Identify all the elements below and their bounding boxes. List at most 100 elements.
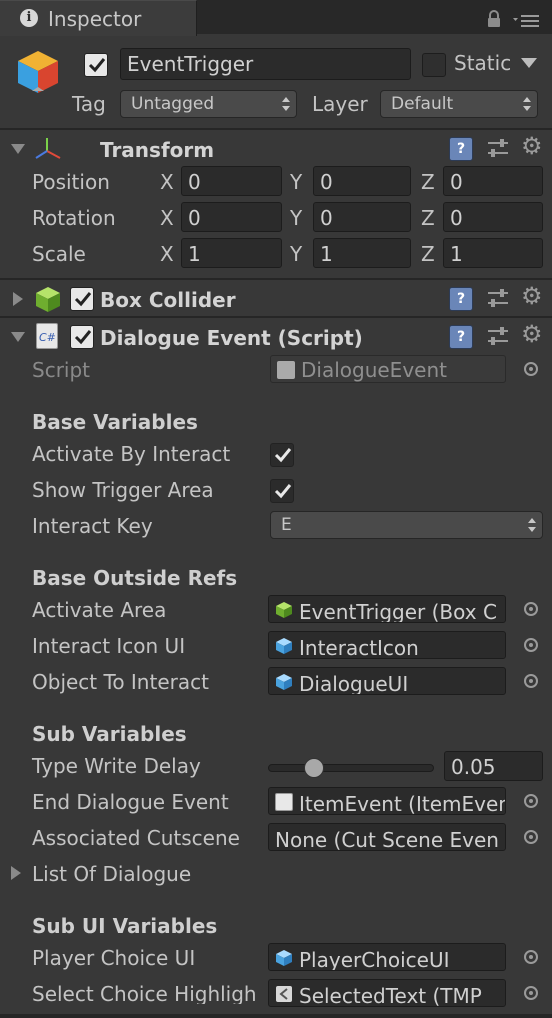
activate-by-interact-checkbox[interactable] [270, 443, 294, 467]
tag-value: Untagged [131, 94, 215, 114]
script-reference-field: DialogueEvent [270, 355, 506, 383]
preset-sliders-icon[interactable] [486, 138, 510, 160]
gear-icon[interactable]: ⚙ [521, 134, 543, 158]
activate-area-label: Activate Area [32, 598, 167, 622]
scale-z-field[interactable]: 1 [443, 238, 543, 268]
axis-z-label: Z [421, 242, 435, 266]
rotation-y-value: 0 [320, 206, 333, 230]
interact-key-value: E [281, 515, 292, 535]
activate-area-field[interactable]: EventTrigger (Box C [268, 595, 506, 623]
gameobject-cube-icon[interactable] [14, 49, 62, 97]
sub-ui-variables-header: Sub UI Variables [32, 914, 218, 938]
type-write-delay-label: Type Write Delay [32, 754, 201, 778]
axis-z-label: Z [421, 206, 435, 230]
list-of-dialogue-label[interactable]: List Of Dialogue [32, 864, 191, 884]
rotation-y-field[interactable]: 0 [313, 202, 411, 232]
show-trigger-area-checkbox[interactable] [270, 479, 294, 503]
object-picker-icon[interactable] [524, 602, 538, 616]
context-menu-icon[interactable] [513, 12, 541, 28]
player-choice-ui-field[interactable]: PlayerChoiceUI [268, 943, 506, 971]
object-to-interact-label: Object To Interact [32, 670, 209, 694]
box-collider-enabled-checkbox[interactable] [70, 287, 94, 311]
scale-x-field[interactable]: 1 [181, 238, 282, 268]
interact-icon-ui-label: Interact Icon UI [32, 634, 186, 658]
textmeshpro-icon [276, 986, 292, 1002]
help-book-icon[interactable]: ? [449, 137, 473, 161]
position-z-field[interactable]: 0 [443, 166, 543, 196]
type-write-delay-slider[interactable] [268, 758, 434, 778]
tag-dropdown[interactable]: Untagged [120, 90, 297, 118]
position-x-field[interactable]: 0 [181, 166, 282, 196]
script-enabled-checkbox[interactable] [70, 325, 94, 349]
interact-icon-ui-field[interactable]: InteractIcon [268, 631, 506, 659]
tag-label: Tag [72, 92, 106, 116]
static-label: Static [454, 51, 512, 75]
object-picker-icon[interactable] [524, 986, 538, 1000]
preset-sliders-icon[interactable] [486, 288, 510, 310]
player-choice-ui-value: PlayerChoiceUI [299, 948, 450, 971]
object-picker-icon[interactable] [524, 794, 538, 808]
interact-key-dropdown[interactable]: E [270, 511, 543, 539]
end-dialogue-event-label: End Dialogue Event [32, 790, 229, 814]
slider-thumb[interactable] [304, 758, 324, 778]
box-collider-icon [36, 287, 60, 312]
rotation-z-field[interactable]: 0 [443, 202, 543, 232]
transform-foldout-arrow[interactable] [11, 144, 25, 154]
list-of-dialogue-foldout-arrow[interactable] [11, 866, 21, 880]
object-picker-icon[interactable] [524, 950, 538, 964]
tab-title: Inspector [48, 7, 142, 31]
tab-inspector[interactable]: i Inspector [0, 0, 197, 36]
position-y-field[interactable]: 0 [313, 166, 411, 196]
layer-dropdown[interactable]: Default [380, 90, 538, 118]
updown-arrows-icon [282, 97, 290, 111]
object-picker-icon[interactable] [524, 638, 538, 652]
type-write-delay-value: 0.05 [451, 755, 496, 779]
associated-cutscene-label: Associated Cutscene [32, 826, 240, 850]
position-z-value: 0 [450, 170, 463, 194]
associated-cutscene-value: None (Cut Scene Even [275, 828, 499, 851]
gear-icon[interactable]: ⚙ [521, 322, 543, 346]
show-trigger-area-label: Show Trigger Area [32, 478, 214, 502]
object-picker-icon[interactable] [524, 362, 538, 376]
csharp-script-icon: C# [36, 323, 58, 349]
select-choice-highlight-field[interactable]: SelectedText (TMP_ [268, 979, 506, 1007]
gameobject-icon [276, 638, 292, 654]
gameobject-name-field[interactable]: EventTrigger [120, 48, 411, 80]
updown-arrows-icon [528, 518, 536, 532]
updown-arrows-icon [523, 97, 531, 111]
object-picker-icon[interactable] [524, 830, 538, 844]
gameobject-name: EventTrigger [127, 52, 254, 76]
rotation-x-field[interactable]: 0 [181, 202, 282, 232]
sub-variables-header: Sub Variables [32, 722, 187, 746]
transform-title: Transform [100, 138, 215, 162]
scale-z-value: 1 [450, 242, 463, 266]
lock-icon[interactable] [487, 10, 501, 28]
activate-area-value: EventTrigger (Box C [299, 600, 497, 623]
scale-label: Scale [32, 242, 86, 266]
axis-y-label: Y [290, 206, 303, 230]
position-x-value: 0 [188, 170, 201, 194]
preset-sliders-icon[interactable] [486, 326, 510, 348]
box-collider-foldout-arrow[interactable] [13, 292, 23, 306]
transform-axes-icon [35, 138, 61, 159]
gameobject-icon [276, 674, 292, 690]
select-choice-highlight-value: SelectedText (TMP_ [299, 984, 492, 1007]
help-book-icon[interactable]: ? [449, 325, 473, 349]
object-to-interact-field[interactable]: DialogueUI [268, 667, 506, 695]
static-checkbox[interactable] [422, 53, 446, 77]
interact-key-label: Interact Key [32, 514, 153, 538]
associated-cutscene-field[interactable]: None (Cut Scene Even [268, 823, 506, 851]
gear-icon[interactable]: ⚙ [521, 284, 543, 308]
type-write-delay-field[interactable]: 0.05 [444, 751, 543, 781]
scale-y-field[interactable]: 1 [313, 238, 411, 268]
axis-y-label: Y [290, 170, 303, 194]
separator [0, 128, 552, 130]
end-dialogue-event-field[interactable]: ItemEvent (ItemEven [268, 787, 506, 815]
separator [0, 278, 552, 280]
help-book-icon[interactable]: ? [449, 287, 473, 311]
gameobject-active-checkbox[interactable] [84, 53, 108, 77]
static-dropdown-icon[interactable] [520, 57, 538, 69]
script-foldout-arrow[interactable] [11, 332, 25, 342]
object-picker-icon[interactable] [524, 674, 538, 688]
bottom-border [0, 1014, 552, 1018]
